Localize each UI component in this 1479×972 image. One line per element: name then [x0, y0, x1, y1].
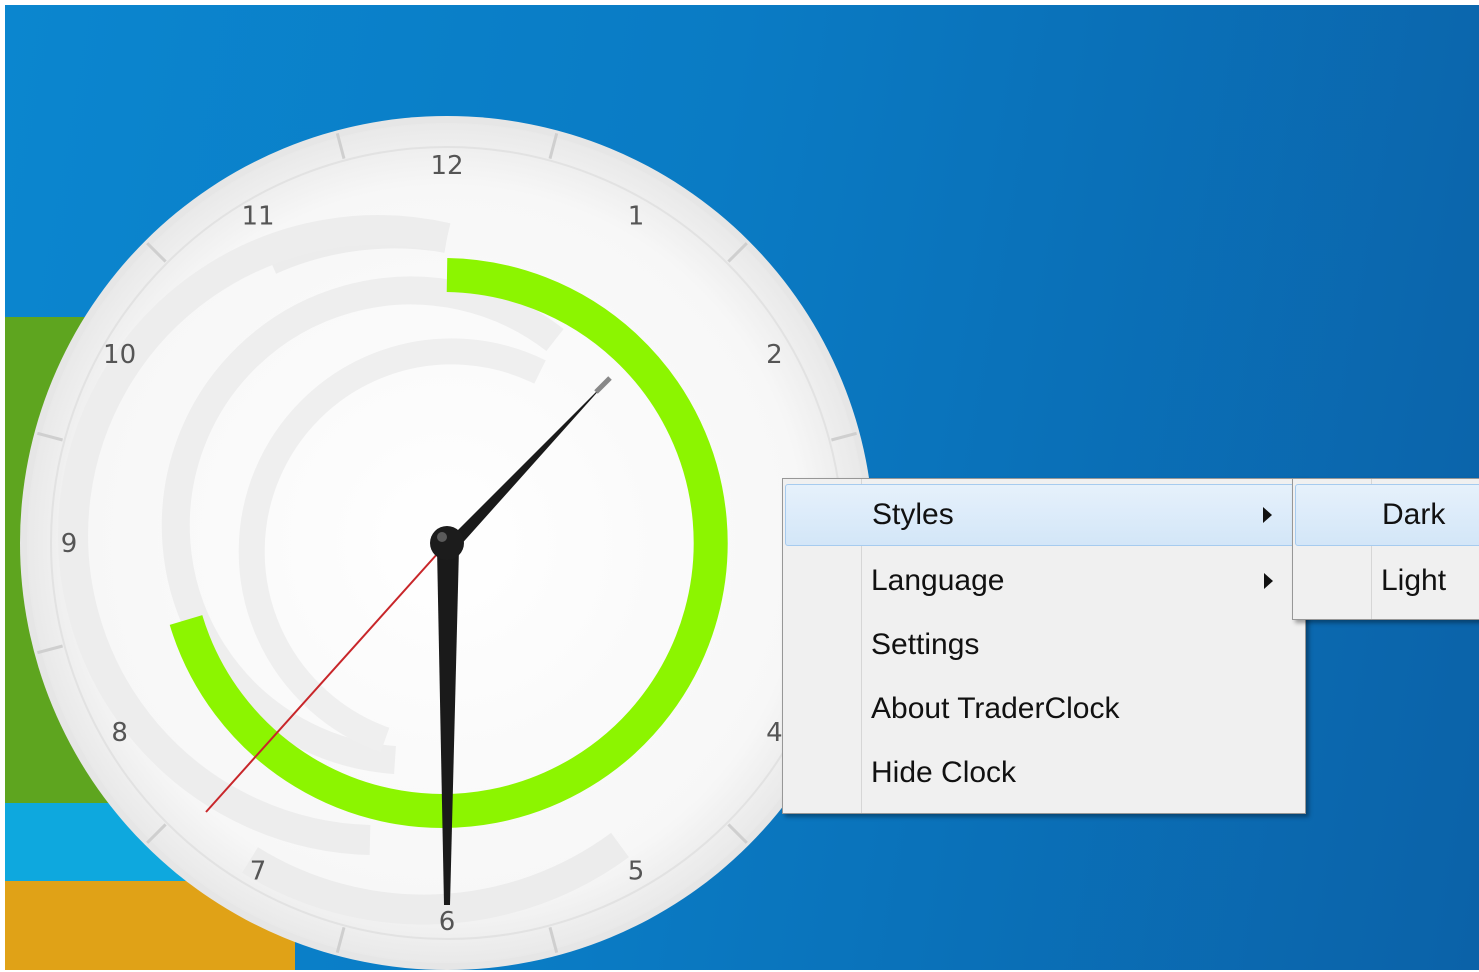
clock-numeral-6: 6 — [439, 907, 456, 937]
menu-item-about[interactable]: About TraderClock — [785, 678, 1303, 740]
menu-item-label: Styles — [872, 498, 954, 531]
clock-numeral-7: 7 — [250, 856, 267, 886]
clock-numeral-8: 8 — [111, 718, 128, 748]
clock-numeral-1: 1 — [628, 202, 645, 232]
submenu-arrow-icon — [1263, 507, 1272, 523]
clock-numeral-2: 2 — [766, 340, 783, 370]
menu-item-label: Language — [871, 564, 1005, 597]
menu-item-hide-clock[interactable]: Hide Clock — [785, 742, 1303, 804]
clock-numeral-9: 9 — [61, 529, 78, 559]
clock-numeral-11: 11 — [241, 202, 274, 232]
menu-item-styles[interactable]: Styles — [785, 484, 1303, 546]
submenu-item-light[interactable]: Light — [1295, 550, 1479, 612]
styles-submenu: Dark Light — [1292, 478, 1479, 620]
menu-item-label: Settings — [871, 628, 980, 661]
submenu-item-label: Light — [1381, 564, 1447, 597]
context-menu: Styles Language Settings About TraderClo… — [782, 478, 1306, 814]
submenu-item-dark[interactable]: Dark — [1295, 484, 1479, 546]
clock-numeral-5: 5 — [628, 856, 645, 886]
clock-numeral-10: 10 — [103, 340, 136, 370]
clock-numeral-12: 12 — [430, 151, 463, 181]
clock-center-cap — [430, 526, 464, 560]
menu-item-label: About TraderClock — [871, 692, 1120, 725]
submenu-arrow-icon — [1264, 573, 1273, 589]
menu-item-language[interactable]: Language — [785, 550, 1303, 612]
menu-item-label: Hide Clock — [871, 756, 1017, 789]
menu-item-settings[interactable]: Settings — [785, 614, 1303, 676]
clock-center-highlight — [437, 532, 447, 542]
clock-numeral-4: 4 — [766, 718, 783, 748]
submenu-item-label: Dark — [1382, 498, 1446, 531]
